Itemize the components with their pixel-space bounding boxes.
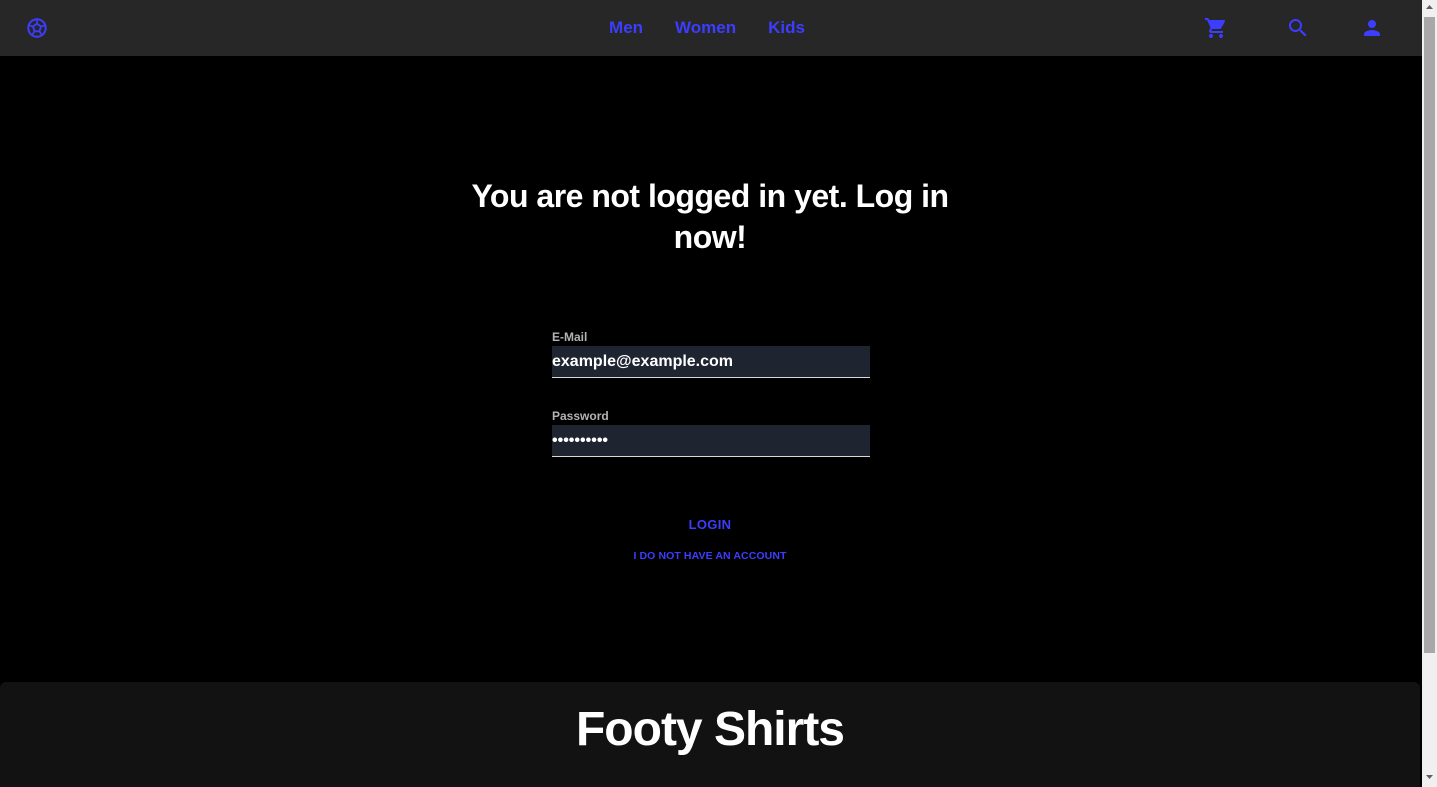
page: Men Women Kids You are not logged in yet…: [0, 0, 1437, 787]
password-field[interactable]: [552, 425, 870, 457]
password-label: Password: [552, 409, 609, 423]
footer-title: Footy Shirts: [575, 703, 845, 756]
app-window: Men Women Kids You are not logged in yet…: [0, 0, 1422, 787]
page-title: You are not logged in yet. Log in now!: [471, 178, 949, 255]
search-icon[interactable]: [1286, 16, 1310, 40]
login-form: E-Mail Password: [552, 329, 870, 457]
nav-link-women[interactable]: Women: [659, 18, 752, 38]
email-field-group: E-Mail: [552, 329, 870, 378]
register-link[interactable]: I DO NOT HAVE AN ACCOUNT: [560, 550, 860, 562]
top-navbar: Men Women Kids: [0, 0, 1422, 56]
email-field[interactable]: [552, 346, 870, 378]
scroll-up-button[interactable]: [1422, 0, 1437, 17]
email-label: E-Mail: [552, 330, 588, 344]
scroll-thumb[interactable]: [1424, 17, 1435, 653]
scroll-down-button[interactable]: [1422, 770, 1437, 787]
vertical-scrollbar[interactable]: [1422, 0, 1437, 787]
login-button[interactable]: LOGIN: [610, 512, 810, 536]
account-icon[interactable]: [1360, 16, 1384, 40]
soccer-ball-icon[interactable]: [26, 17, 48, 39]
footer: Footy Shirts: [0, 682, 1420, 787]
cart-icon[interactable]: [1204, 16, 1228, 40]
password-field-group: Password: [552, 408, 870, 457]
nav-link-men[interactable]: Men: [593, 18, 659, 38]
nav-link-kids[interactable]: Kids: [752, 18, 821, 38]
